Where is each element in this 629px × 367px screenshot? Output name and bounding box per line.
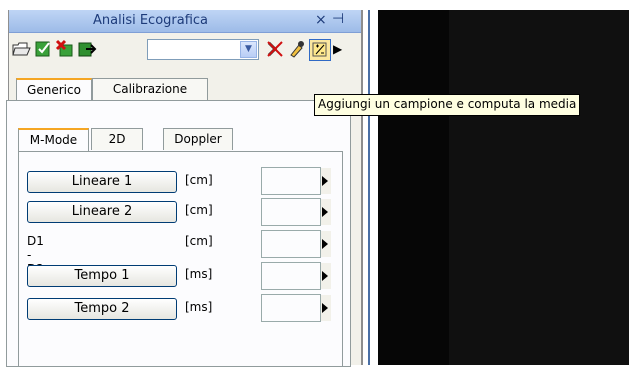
lineare-2-value[interactable] xyxy=(261,198,321,226)
panel-splitter[interactable] xyxy=(361,10,363,365)
tab-m-mode[interactable]: M-Mode xyxy=(18,128,89,153)
image-viewport-inner xyxy=(449,10,629,365)
tab-label: Generico xyxy=(27,83,81,97)
chevron-down-icon[interactable]: ▼ xyxy=(240,41,257,58)
panel-toolbar: ▼ ▶ xyxy=(9,35,361,65)
panel-title: Analisi Ecografica xyxy=(93,13,209,28)
add-sample-tooltip: Aggiungi un campione e computa la media xyxy=(314,94,581,116)
tempo-2-arrow-icon[interactable] xyxy=(321,295,331,321)
tempo-1-button[interactable]: Tempo 1 xyxy=(27,265,177,287)
tempo-2-button[interactable]: Tempo 2 xyxy=(27,298,177,320)
lineare-1-arrow-icon[interactable] xyxy=(321,168,331,194)
checklist-icon[interactable] xyxy=(33,39,53,59)
d1-d2-value[interactable] xyxy=(261,230,321,258)
panel-titlebar[interactable]: Analisi Ecografica × ⊣ xyxy=(9,10,361,33)
tab-calibrazione[interactable]: Calibrazione xyxy=(92,78,208,100)
d1-d2-unit: [cm] xyxy=(185,234,213,248)
color-picker-icon[interactable] xyxy=(287,39,307,59)
tempo-1-arrow-icon[interactable] xyxy=(321,263,331,289)
tempo-2-value[interactable] xyxy=(261,294,321,322)
tab-label: M-Mode xyxy=(29,133,78,147)
tab-label: Calibrazione xyxy=(112,82,188,96)
toolbar-combo[interactable]: ▼ xyxy=(147,39,259,60)
close-icon[interactable]: × xyxy=(315,12,327,28)
lineare-1-unit: [cm] xyxy=(185,173,213,187)
tempo-1-value[interactable] xyxy=(261,262,321,290)
lineare-2-unit: [cm] xyxy=(185,203,213,217)
lineare-1-button[interactable]: Lineare 1 xyxy=(27,171,177,193)
pin-icon[interactable]: ⊣ xyxy=(332,11,344,27)
camera-delete-icon[interactable] xyxy=(265,39,285,59)
add-sample-icon[interactable] xyxy=(309,39,331,61)
lineare-1-value[interactable] xyxy=(261,167,321,195)
panel-splitter-edge xyxy=(368,10,370,365)
lineare-2-button[interactable]: Lineare 2 xyxy=(27,201,177,223)
tab-label: Doppler xyxy=(174,132,222,146)
open-folder-icon[interactable] xyxy=(11,39,31,59)
tempo-1-unit: [ms] xyxy=(185,267,213,281)
delete-report-icon[interactable] xyxy=(55,39,75,59)
d1-d2-arrow-icon[interactable] xyxy=(321,231,331,257)
tab-doppler[interactable]: Doppler xyxy=(163,128,233,150)
tab-2d[interactable]: 2D xyxy=(91,128,143,150)
toolbar-more-icon[interactable]: ▶ xyxy=(333,39,353,59)
tempo-2-unit: [ms] xyxy=(185,300,213,314)
lineare-2-arrow-icon[interactable] xyxy=(321,199,331,225)
tab-label: 2D xyxy=(108,132,126,146)
export-icon[interactable] xyxy=(77,39,97,59)
